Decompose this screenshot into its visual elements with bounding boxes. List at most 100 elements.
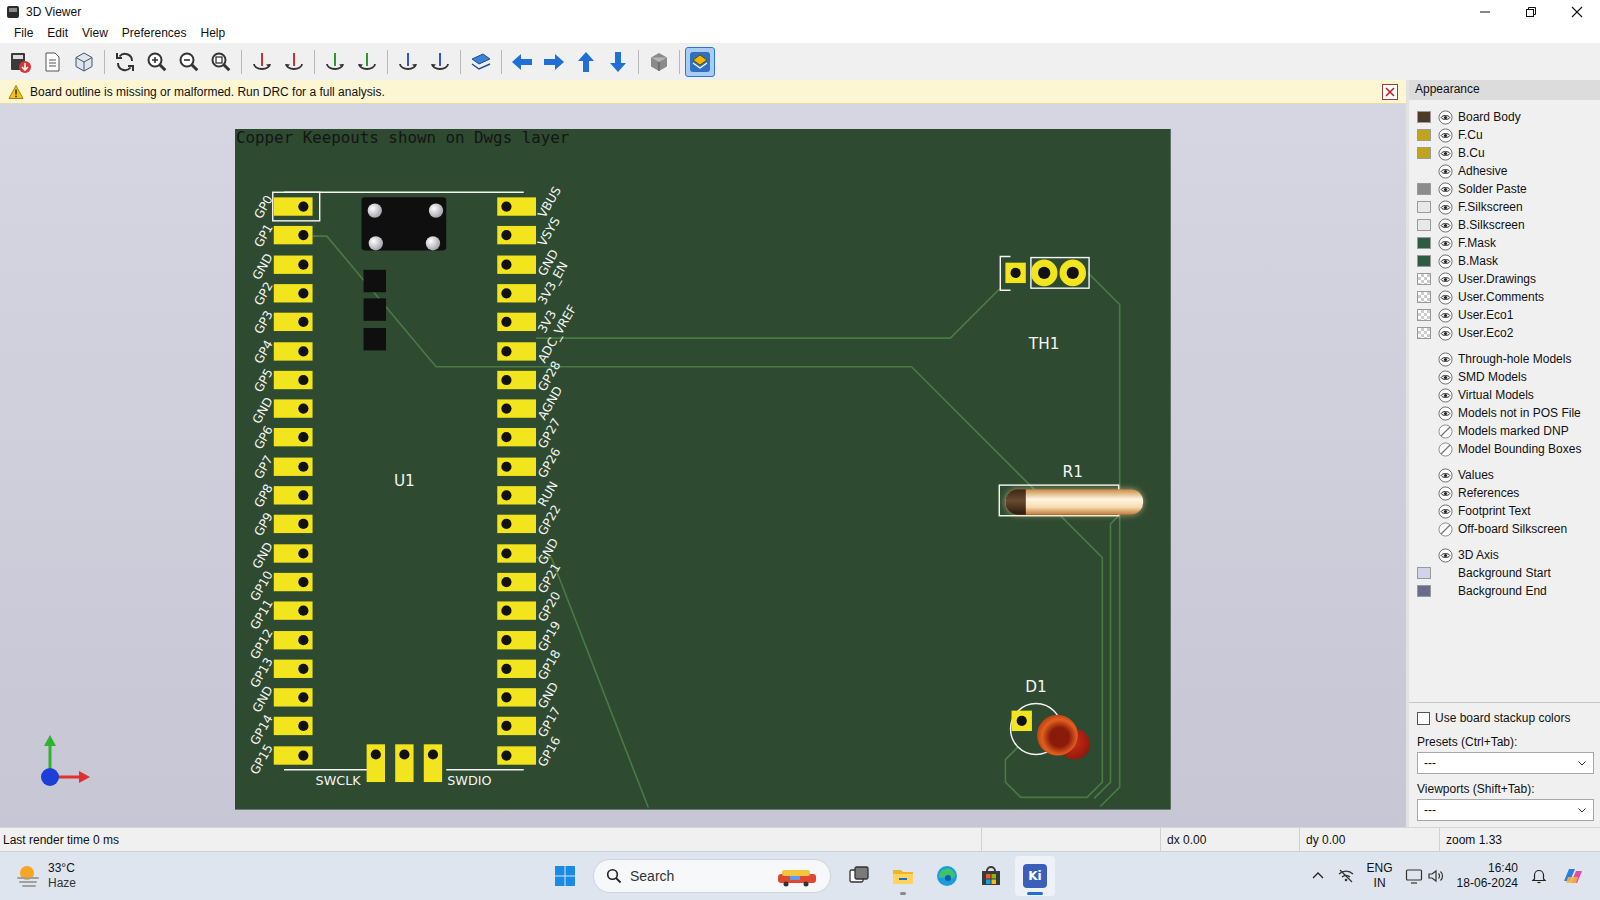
layer-row[interactable]: B.Silkscreen — [1409, 216, 1600, 234]
layer-row[interactable]: B.Cu — [1409, 144, 1600, 162]
pcb-board[interactable]: Copper Keepouts shown on Dwgs layerGP0GP… — [235, 129, 1171, 810]
layer-row[interactable]: F.Cu — [1409, 126, 1600, 144]
visibility-toggle[interactable] — [1437, 423, 1453, 439]
toolbar-button[interactable] — [279, 47, 309, 77]
taskbar-app[interactable] — [839, 856, 879, 896]
input-language[interactable]: ENGIN — [1367, 861, 1393, 891]
network-off-icon[interactable] — [1337, 867, 1355, 885]
color-swatch[interactable] — [1417, 219, 1431, 231]
layer-row[interactable]: SMD Models — [1409, 368, 1600, 386]
notification-bell-icon[interactable] — [1530, 867, 1548, 885]
clock[interactable]: 16:4018-06-2024 — [1457, 861, 1518, 891]
layer-row[interactable]: Board Body — [1409, 108, 1600, 126]
layer-row[interactable]: Solder Paste — [1409, 180, 1600, 198]
weather-widget[interactable]: 33°CHaze — [0, 861, 545, 891]
taskbar-app[interactable]: Ki — [1015, 856, 1055, 896]
visibility-toggle[interactable] — [1437, 127, 1453, 143]
viewports-dropdown[interactable]: --- — [1417, 799, 1594, 821]
layer-row[interactable]: Footprint Text — [1409, 502, 1600, 520]
toolbar-button[interactable] — [571, 47, 601, 77]
toolbar-button[interactable] — [69, 47, 99, 77]
menu-item[interactable]: Edit — [41, 24, 74, 42]
layer-row[interactable]: User.Drawings — [1409, 270, 1600, 288]
layer-row[interactable]: B.Mask — [1409, 252, 1600, 270]
layer-row[interactable]: Models not in POS File — [1409, 404, 1600, 422]
color-swatch[interactable] — [1417, 585, 1431, 597]
layer-row[interactable]: User.Comments — [1409, 288, 1600, 306]
layer-row[interactable]: Values — [1409, 466, 1600, 484]
toolbar-button[interactable] — [539, 47, 569, 77]
layer-row[interactable]: Through-hole Models — [1409, 350, 1600, 368]
toolbar-button[interactable] — [320, 47, 350, 77]
layer-row[interactable]: Background Start — [1409, 564, 1600, 582]
taskbar-app[interactable] — [971, 856, 1011, 896]
visibility-toggle[interactable] — [1437, 181, 1453, 197]
toolbar-button[interactable] — [247, 47, 277, 77]
visibility-toggle[interactable] — [1437, 163, 1453, 179]
3d-canvas[interactable]: Copper Keepouts shown on Dwgs layerGP0GP… — [0, 104, 1406, 827]
layer-row[interactable]: Models marked DNP — [1409, 422, 1600, 440]
layer-row[interactable]: User.Eco2 — [1409, 324, 1600, 342]
visibility-toggle[interactable] — [1437, 503, 1453, 519]
menu-item[interactable]: Preferences — [116, 24, 193, 42]
layer-row[interactable]: Virtual Models — [1409, 386, 1600, 404]
color-swatch[interactable] — [1417, 273, 1431, 285]
color-swatch[interactable] — [1417, 291, 1431, 303]
visibility-toggle[interactable] — [1437, 521, 1453, 537]
visibility-toggle[interactable] — [1437, 289, 1453, 305]
visibility-toggle[interactable] — [1437, 325, 1453, 341]
layer-row[interactable]: Model Bounding Boxes — [1409, 440, 1600, 458]
toolbar-button[interactable] — [352, 47, 382, 77]
visibility-toggle[interactable] — [1437, 235, 1453, 251]
toolbar-button[interactable] — [5, 47, 35, 77]
toolbar-button[interactable] — [393, 47, 423, 77]
color-swatch[interactable] — [1417, 327, 1431, 339]
chevron-up-icon[interactable] — [1311, 869, 1325, 883]
layer-row[interactable]: F.Mask — [1409, 234, 1600, 252]
search-box[interactable]: Search — [593, 859, 831, 893]
color-swatch[interactable] — [1417, 237, 1431, 249]
color-swatch[interactable] — [1417, 129, 1431, 141]
toolbar-button[interactable] — [603, 47, 633, 77]
restore-button[interactable] — [1508, 0, 1554, 23]
layer-row[interactable]: 3D Axis — [1409, 546, 1600, 564]
color-swatch[interactable] — [1417, 147, 1431, 159]
visibility-toggle[interactable] — [1437, 369, 1453, 385]
checkbox[interactable] — [1417, 712, 1430, 725]
layer-row[interactable]: Background End — [1409, 582, 1600, 600]
toolbar-button[interactable] — [507, 47, 537, 77]
layer-row[interactable]: References — [1409, 484, 1600, 502]
visibility-toggle[interactable] — [1437, 271, 1453, 287]
visibility-toggle[interactable] — [1437, 199, 1453, 215]
menu-item[interactable]: View — [76, 24, 114, 42]
quick-settings[interactable] — [1405, 867, 1445, 885]
toolbar-button[interactable] — [174, 47, 204, 77]
toolbar-button[interactable] — [110, 47, 140, 77]
visibility-toggle[interactable] — [1437, 253, 1453, 269]
menu-item[interactable]: Help — [195, 24, 232, 42]
color-swatch[interactable] — [1417, 309, 1431, 321]
visibility-toggle[interactable] — [1437, 441, 1453, 457]
menu-item[interactable]: File — [8, 24, 39, 42]
toolbar-button[interactable] — [37, 47, 67, 77]
toolbar-button[interactable] — [685, 47, 715, 77]
color-swatch[interactable] — [1417, 255, 1431, 267]
visibility-toggle[interactable] — [1437, 351, 1453, 367]
visibility-toggle[interactable] — [1437, 217, 1453, 233]
color-swatch[interactable] — [1417, 111, 1431, 123]
color-swatch[interactable] — [1417, 183, 1431, 195]
visibility-toggle[interactable] — [1437, 467, 1453, 483]
copilot-icon[interactable] — [1560, 863, 1586, 889]
toolbar-button[interactable] — [142, 47, 172, 77]
visibility-toggle[interactable] — [1437, 405, 1453, 421]
layer-row[interactable]: F.Silkscreen — [1409, 198, 1600, 216]
layer-row[interactable]: User.Eco1 — [1409, 306, 1600, 324]
visibility-toggle[interactable] — [1437, 547, 1453, 563]
presets-dropdown[interactable]: --- — [1417, 752, 1594, 774]
toolbar-button[interactable] — [206, 47, 236, 77]
toolbar-button[interactable] — [425, 47, 455, 77]
color-swatch[interactable] — [1417, 201, 1431, 213]
visibility-toggle[interactable] — [1437, 145, 1453, 161]
stackup-checkbox-row[interactable]: Use board stackup colors — [1409, 709, 1600, 727]
color-swatch[interactable] — [1417, 567, 1431, 579]
